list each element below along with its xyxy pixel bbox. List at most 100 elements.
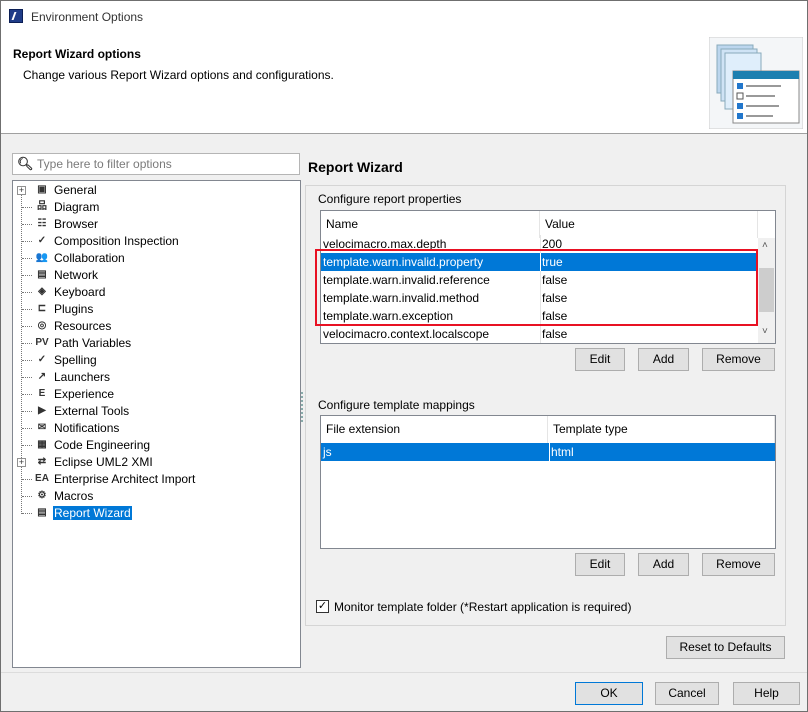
tree-item-label: Path Variables xyxy=(54,336,132,350)
properties-remove-button[interactable]: Remove xyxy=(702,348,775,371)
window-title: Environment Options xyxy=(31,10,144,24)
tree-item-resources[interactable]: ◎ Resources xyxy=(13,318,293,335)
resources-icon: ◎ xyxy=(37,320,47,331)
tree-connector xyxy=(22,343,32,344)
ok-button[interactable]: OK xyxy=(575,682,643,705)
tree-item-macros[interactable]: ⚙ Macros xyxy=(13,488,293,505)
properties-label: Configure report properties xyxy=(318,192,462,206)
column-header-file-extension[interactable]: File extension xyxy=(321,416,548,443)
file-extension-cell: js xyxy=(323,445,332,459)
scroll-down-icon[interactable]: ˅ xyxy=(762,326,768,337)
table-row[interactable]: js html xyxy=(321,443,775,461)
cancel-button[interactable]: Cancel xyxy=(655,682,719,705)
tree-connector xyxy=(22,360,32,361)
external-tools-icon: ▶ xyxy=(38,405,46,416)
tree-item-diagram[interactable]: 品 Diagram xyxy=(13,199,293,216)
tree-connector xyxy=(22,326,32,327)
mappings-add-button[interactable]: Add xyxy=(638,553,689,576)
tree-connector xyxy=(22,309,32,310)
tree-item-plugins[interactable]: ⊏ Plugins xyxy=(13,301,293,318)
tree-item-launchers[interactable]: ↗ Launchers xyxy=(13,369,293,386)
tree-item-report-wizard[interactable]: ▤ Report Wizard xyxy=(13,505,293,522)
filter-options-input[interactable]: 🔍︎ xyxy=(12,153,300,175)
tree-item-label: Spelling xyxy=(54,353,97,367)
scroll-up-icon[interactable]: ˄ xyxy=(762,240,768,251)
network-icon: ▤ xyxy=(37,269,47,280)
properties-edit-button[interactable]: Edit xyxy=(575,348,625,371)
eclipse-uml2-icon: ⇄ xyxy=(37,456,47,467)
tree-connector xyxy=(22,496,32,497)
mappings-label: Configure template mappings xyxy=(318,398,475,412)
envelope-icon: ✉ xyxy=(37,422,47,433)
ea-import-icon: EA xyxy=(35,473,49,484)
highlight-box xyxy=(315,249,758,326)
tree-item-label: Diagram xyxy=(54,200,100,214)
tree-item-external-tools[interactable]: ▶ External Tools xyxy=(13,403,293,420)
tree-item-eclipse-uml2-xmi[interactable]: + ⇄ Eclipse UML2 XMI xyxy=(13,454,293,471)
collaboration-icon: 👥 xyxy=(35,252,49,263)
composition-inspection-icon: ✓ xyxy=(37,235,47,246)
diagram-icon: 品 xyxy=(37,201,47,212)
keyboard-icon: ◈ xyxy=(38,286,46,297)
expand-icon[interactable]: + xyxy=(17,458,26,467)
column-header-name[interactable]: Name xyxy=(321,211,540,238)
tree-item-enterprise-architect-import[interactable]: EA Enterprise Architect Import xyxy=(13,471,293,488)
tree-item-label: External Tools xyxy=(54,404,130,418)
tree-item-label: Code Engineering xyxy=(54,438,151,452)
splitter-handle[interactable] xyxy=(301,392,303,422)
mappings-table[interactable]: File extension Template type js html xyxy=(320,415,776,549)
tree-item-browser[interactable]: ☷ Browser xyxy=(13,216,293,233)
experience-icon: E xyxy=(38,388,46,399)
tree-item-general[interactable]: + ▣ General xyxy=(13,182,293,199)
footer-divider xyxy=(1,672,807,673)
scrollbar-thumb[interactable] xyxy=(759,268,774,312)
mappings-remove-button[interactable]: Remove xyxy=(702,553,775,576)
table-row[interactable]: velocimacro.context.localscope false xyxy=(321,325,758,343)
tree-connector xyxy=(22,241,32,242)
options-banner-icon xyxy=(709,37,803,129)
expand-icon[interactable]: + xyxy=(17,186,26,195)
monitor-template-folder-label[interactable]: Monitor template folder (*Restart applic… xyxy=(334,600,631,614)
tree-item-code-engineering[interactable]: ▦ Code Engineering xyxy=(13,437,293,454)
help-button[interactable]: Help xyxy=(733,682,800,705)
template-type-cell: html xyxy=(549,443,574,461)
options-tree[interactable]: + ▣ General 品 Diagram ☷ Browser ✓ Composition In… xyxy=(12,180,301,668)
tree-item-composition-inspection[interactable]: ✓ Composition Inspection xyxy=(13,233,293,250)
tree-item-spelling[interactable]: ✓ Spelling xyxy=(13,352,293,369)
tree-item-label: Eclipse UML2 XMI xyxy=(54,455,153,469)
property-value-cell: false xyxy=(540,325,568,343)
tree-connector xyxy=(22,207,32,208)
tree-item-label: Browser xyxy=(54,217,99,231)
tree-item-path-variables[interactable]: PV Path Variables xyxy=(13,335,293,352)
tree-connector xyxy=(22,394,32,395)
property-name-cell: velocimacro.context.localscope xyxy=(323,327,490,341)
spelling-icon: ✓ xyxy=(37,354,47,365)
report-wizard-icon: ▤ xyxy=(37,507,47,518)
tree-connector xyxy=(22,258,32,259)
dialog-header: Report Wizard options Change various Rep… xyxy=(1,33,807,134)
tree-item-label: Keyboard xyxy=(54,285,106,299)
column-header-value[interactable]: Value xyxy=(540,211,758,238)
reset-to-defaults-button[interactable]: Reset to Defaults xyxy=(666,636,785,659)
filter-input[interactable] xyxy=(35,156,295,172)
tree-item-label: Plugins xyxy=(54,302,94,316)
tree-item-keyboard[interactable]: ◈ Keyboard xyxy=(13,284,293,301)
page-title: Report Wizard xyxy=(308,159,403,175)
tree-item-label: Macros xyxy=(54,489,94,503)
tree-connector xyxy=(22,292,32,293)
tree-item-notifications[interactable]: ✉ Notifications xyxy=(13,420,293,437)
tree-item-label: Composition Inspection xyxy=(54,234,179,248)
tree-item-label: General xyxy=(54,183,97,197)
tree-item-experience[interactable]: E Experience xyxy=(13,386,293,403)
properties-scrollbar[interactable]: ˄ ˅ xyxy=(758,238,775,343)
properties-add-button[interactable]: Add xyxy=(638,348,689,371)
header-title: Report Wizard options xyxy=(13,47,141,61)
tree-item-label: Report Wizard xyxy=(53,506,132,520)
monitor-template-folder-checkbox[interactable]: ✓ xyxy=(316,600,329,613)
tree-item-network[interactable]: ▤ Network xyxy=(13,267,293,284)
column-header-template-type[interactable]: Template type xyxy=(548,416,775,443)
launchers-icon: ↗ xyxy=(37,371,47,382)
tree-item-collaboration[interactable]: 👥 Collaboration xyxy=(13,250,293,267)
tree-connector xyxy=(22,275,32,276)
mappings-edit-button[interactable]: Edit xyxy=(575,553,625,576)
